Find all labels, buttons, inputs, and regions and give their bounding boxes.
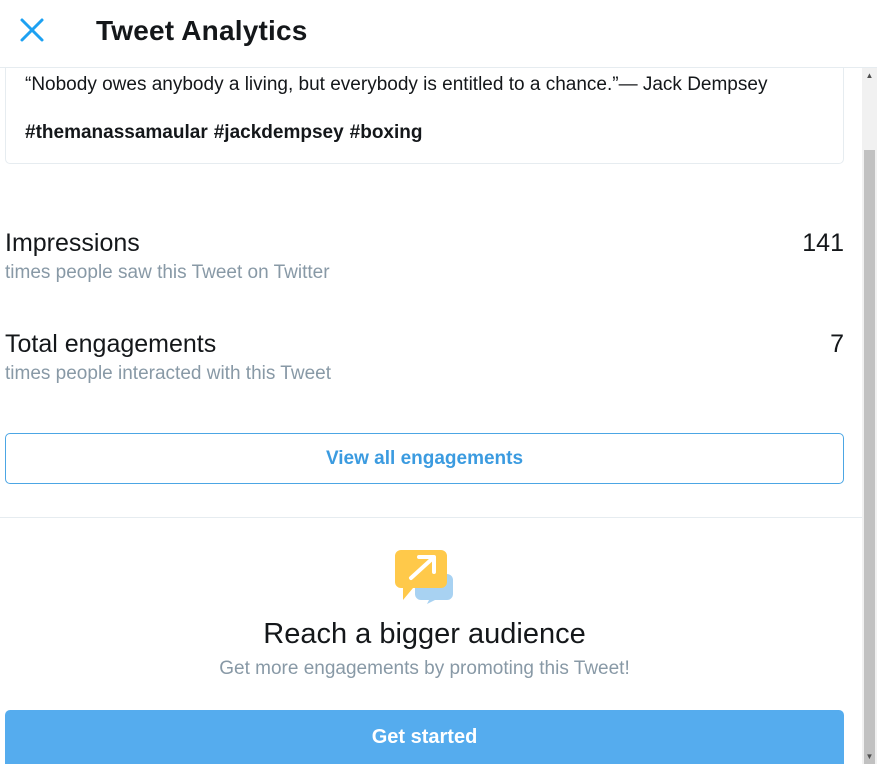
promo-subtitle: Get more engagements by promoting this T…	[219, 658, 630, 679]
close-button[interactable]	[14, 12, 50, 48]
scrollbar-thumb[interactable]	[864, 150, 875, 764]
promo-title: Reach a bigger audience	[263, 618, 586, 650]
hashtag-link[interactable]: #boxing	[350, 122, 423, 143]
metric-value: 7	[830, 330, 844, 358]
metric-label: Total engagements	[5, 330, 217, 358]
section-divider	[0, 517, 862, 518]
hashtag-link[interactable]: #jackdempsey	[214, 122, 344, 143]
scroll-down-arrow-icon[interactable]: ▼	[862, 749, 877, 764]
view-all-engagements-button[interactable]: View all engagements	[5, 433, 844, 484]
tweet-analytics-dialog: “Nobody owes anybody a living, but every…	[0, 0, 877, 764]
metric-description: times people saw this Tweet on Twitter	[5, 262, 330, 283]
metric-value: 141	[802, 229, 844, 257]
close-icon	[20, 18, 44, 42]
scroll-up-arrow-icon[interactable]: ▲	[862, 68, 877, 83]
metric-description: times people interacted with this Tweet	[5, 363, 331, 384]
promote-speech-bubble-icon	[393, 546, 457, 604]
impressions-metric: Impressions 141 times people saw this Tw…	[5, 228, 844, 288]
tweet-hashtags: #themanassamaular #jackdempsey #boxing	[25, 121, 428, 145]
hashtag-link[interactable]: #themanassamaular	[25, 122, 208, 143]
tweet-text: “Nobody owes anybody a living, but every…	[25, 74, 768, 95]
dialog-header: Tweet Analytics	[0, 0, 877, 68]
page-title: Tweet Analytics	[96, 15, 308, 46]
scrollbar[interactable]: ▲ ▼	[862, 68, 877, 764]
metric-label: Impressions	[5, 229, 140, 257]
engagements-metric: Total engagements 7 times people interac…	[5, 329, 844, 389]
get-started-button[interactable]: Get started	[5, 710, 844, 764]
